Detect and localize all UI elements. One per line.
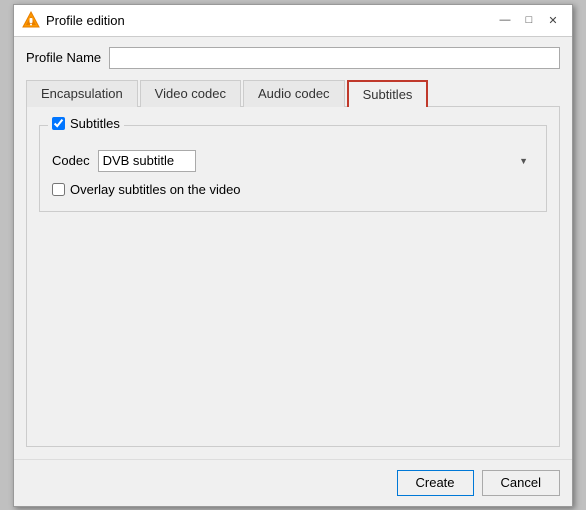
profile-name-row: Profile Name xyxy=(26,47,560,69)
title-bar: Profile edition — □ ✕ xyxy=(14,5,572,37)
title-bar-left: Profile edition xyxy=(22,11,125,29)
footer: Create Cancel xyxy=(14,459,572,506)
subtitles-group: Subtitles Codec DVB subtitle None SRT AS… xyxy=(39,125,547,212)
tab-audio-codec[interactable]: Audio codec xyxy=(243,80,345,107)
codec-select[interactable]: DVB subtitle None SRT ASS/SSA VobSub xyxy=(98,150,196,172)
cancel-button[interactable]: Cancel xyxy=(482,470,560,496)
profile-name-input[interactable] xyxy=(109,47,560,69)
subtitles-enable-checkbox[interactable] xyxy=(52,117,65,130)
overlay-label: Overlay subtitles on the video xyxy=(70,182,241,197)
vlc-icon xyxy=(22,11,40,29)
overlay-checkbox[interactable] xyxy=(52,183,65,196)
subtitles-enable-checkbox-label[interactable]: Subtitles xyxy=(52,116,120,131)
tab-encapsulation[interactable]: Encapsulation xyxy=(26,80,138,107)
window-title: Profile edition xyxy=(46,13,125,28)
minimize-button[interactable]: — xyxy=(494,10,516,30)
maximize-button[interactable]: □ xyxy=(518,10,540,30)
codec-label: Codec xyxy=(52,153,90,168)
main-window: Profile edition — □ ✕ Profile Name Encap… xyxy=(13,4,573,507)
create-button[interactable]: Create xyxy=(397,470,474,496)
tab-subtitles[interactable]: Subtitles xyxy=(347,80,429,107)
subtitles-legend-label: Subtitles xyxy=(70,116,120,131)
tabs-bar: Encapsulation Video codec Audio codec Su… xyxy=(26,79,560,107)
profile-name-label: Profile Name xyxy=(26,50,101,65)
tab-video-codec[interactable]: Video codec xyxy=(140,80,241,107)
subtitles-legend: Subtitles xyxy=(48,116,124,131)
tab-content-subtitles: Subtitles Codec DVB subtitle None SRT AS… xyxy=(26,107,560,447)
codec-row: Codec DVB subtitle None SRT ASS/SSA VobS… xyxy=(52,150,534,172)
overlay-row: Overlay subtitles on the video xyxy=(52,182,534,197)
codec-select-wrapper: DVB subtitle None SRT ASS/SSA VobSub xyxy=(98,150,534,172)
close-button[interactable]: ✕ xyxy=(542,10,564,30)
content-area: Profile Name Encapsulation Video codec A… xyxy=(14,37,572,459)
overlay-checkbox-label[interactable]: Overlay subtitles on the video xyxy=(52,182,241,197)
title-bar-controls: — □ ✕ xyxy=(494,10,564,30)
